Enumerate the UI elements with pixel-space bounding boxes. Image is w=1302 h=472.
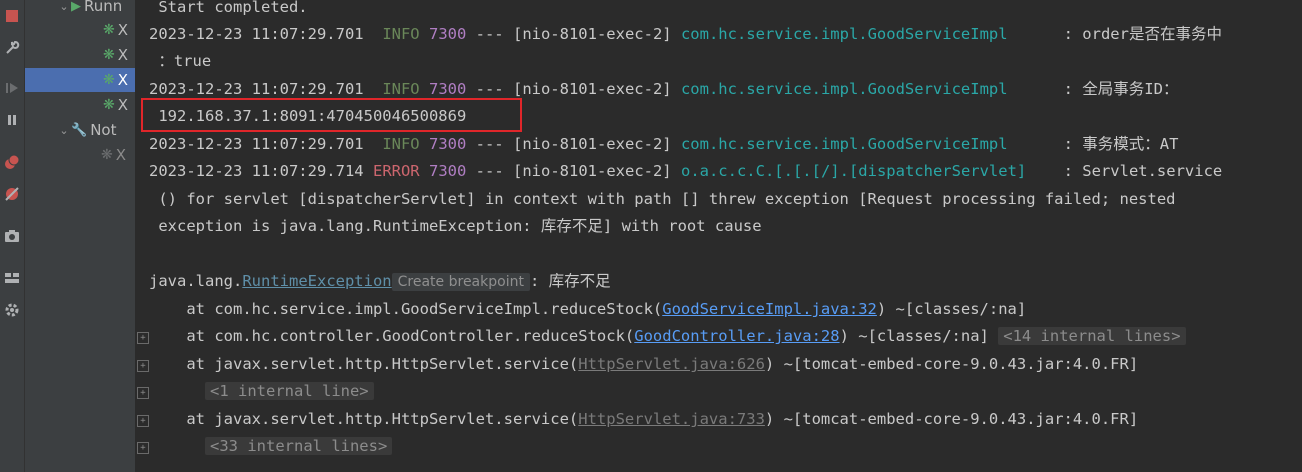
log-logger: com.hc.service.impl.GoodServiceImpl (680, 25, 1008, 43)
console-line: () for servlet [dispatcherServlet] in co… (149, 190, 1176, 208)
fold-expand-icon[interactable]: + (137, 332, 149, 344)
stack-frame: at javax.servlet.http.HttpServlet.servic… (149, 355, 1139, 373)
folded-line: <1 internal line> (149, 378, 374, 405)
tree-item-label: X (117, 71, 129, 89)
log-level: INFO (382, 25, 420, 43)
tree-item-running-group[interactable]: ⌄ ▶ Runn (25, 0, 135, 18)
console-output[interactable]: Start completed. 2023-12-23 11:07:29.701… (136, 0, 1302, 472)
tree-item-service[interactable]: ❋ X (25, 18, 135, 42)
create-breakpoint-button[interactable]: Create breakpoint (391, 273, 530, 291)
stop-icon[interactable] (2, 6, 22, 26)
log-logger: com.hc.service.impl.GoodServiceImpl (680, 135, 1008, 153)
log-level: ERROR (372, 162, 420, 180)
fold-expand-icon[interactable]: + (137, 387, 149, 399)
log-pid: 7300 (428, 25, 467, 43)
folded-internal-lines[interactable]: <1 internal line> (205, 382, 374, 400)
run-icon: ▶ (71, 0, 81, 14)
tree-item-not-started-group[interactable]: ⌄ 🔧 Not (25, 118, 135, 142)
bug-icon: ❋ (103, 22, 115, 38)
resume-icon[interactable] (2, 78, 22, 98)
folded-line: <33 internal lines> (149, 433, 393, 460)
log-line-error: 2023-12-23 11:07:29.714 ERROR 7300 --- [… (149, 162, 1223, 180)
tree-item-label: X (115, 146, 127, 164)
stack-frame: at com.hc.service.impl.GoodServiceImpl.r… (149, 300, 1027, 318)
fold-expand-icon[interactable]: + (137, 415, 149, 427)
log-thread: [nio-8101-exec-2] (512, 135, 672, 153)
log-pid: 7300 (429, 162, 467, 180)
bug-icon: ❋ (103, 72, 115, 88)
stack-frame: at com.hc.controller.GoodController.redu… (149, 323, 1186, 350)
log-logger: com.hc.service.impl.GoodServiceImpl (680, 80, 1008, 98)
log-thread: [nio-8101-exec-2] (512, 25, 672, 43)
wrench-icon: 🔧 (71, 122, 88, 138)
camera-icon[interactable] (2, 226, 22, 246)
fold-expand-icon[interactable]: + (137, 442, 149, 454)
log-timestamp: 2023-12-23 11:07:29.701 (149, 80, 364, 98)
log-pid: 7300 (428, 80, 467, 98)
console-line: Start completed. (149, 0, 308, 16)
bug-icon: ❋ (101, 147, 113, 163)
log-line: 2023-12-23 11:07:29.701 INFO 7300 --- [n… (149, 135, 1179, 153)
log-timestamp: 2023-12-23 11:07:29.701 (149, 25, 364, 43)
chevron-down-icon[interactable]: ⌄ (57, 0, 71, 13)
chevron-down-icon[interactable]: ⌄ (57, 124, 71, 137)
tree-item-service-stopped[interactable]: ❋ X (25, 143, 135, 167)
tool-strip (0, 0, 25, 472)
tree-item-label: Runn (84, 0, 123, 15)
source-link[interactable]: GoodController.java:28 (634, 327, 839, 345)
tree-item-service[interactable]: ❋ X (25, 93, 135, 117)
settings-gear-icon[interactable] (2, 300, 22, 320)
pause-icon[interactable] (2, 110, 22, 130)
source-link[interactable]: HttpServlet.java:733 (578, 410, 765, 428)
folded-internal-lines[interactable]: <33 internal lines> (205, 437, 393, 455)
console-line: exception is java.lang.RuntimeException:… (149, 217, 762, 235)
log-timestamp: 2023-12-23 11:07:29.701 (149, 135, 364, 153)
mute-breakpoints-icon[interactable] (2, 184, 22, 204)
log-line: 2023-12-23 11:07:29.701 INFO 7300 --- [n… (149, 25, 1222, 43)
console-line-global-transaction-id: 192.168.37.1:8091:470450046500869 (149, 107, 467, 125)
log-message: 事务模式：AT (1082, 135, 1179, 153)
tree-item-label: X (117, 21, 129, 39)
log-line: 2023-12-23 11:07:29.701 INFO 7300 --- [n… (149, 80, 1179, 98)
log-thread: [nio-8101-exec-2] (512, 80, 672, 98)
log-message: Servlet.service (1082, 162, 1223, 180)
bug-icon: ❋ (103, 97, 115, 113)
fold-expand-icon[interactable]: + (137, 360, 149, 372)
log-level: INFO (382, 135, 420, 153)
log-level: INFO (382, 80, 420, 98)
folded-internal-lines[interactable]: <14 internal lines> (998, 327, 1186, 345)
log-thread: [nio-8101-exec-2] (513, 162, 672, 180)
log-message: order是否在事务中 (1082, 25, 1222, 43)
services-tree: ⌄ ▶ Runn ❋ X ❋ X ❋ X ❋ X ⌄ 🔧 Not ❋ X (25, 0, 136, 472)
log-logger: o.a.c.c.C.[.[.[/].[dispatcherServlet] (680, 162, 1027, 180)
view-breakpoints-icon[interactable] (2, 152, 22, 172)
bug-icon: ❋ (103, 47, 115, 63)
tree-item-service[interactable]: ❋ X (25, 43, 135, 67)
wrench-icon[interactable] (2, 38, 22, 58)
stack-frame: at javax.servlet.http.HttpServlet.servic… (149, 410, 1139, 428)
exception-class-link[interactable]: RuntimeException (242, 272, 391, 290)
source-link[interactable]: GoodServiceImpl.java:32 (662, 300, 877, 318)
tree-item-service-selected[interactable]: ❋ X (25, 68, 135, 92)
log-pid: 7300 (428, 135, 467, 153)
console-line: ：true (149, 52, 212, 70)
tree-item-label: Not (90, 121, 117, 139)
log-timestamp: 2023-12-23 11:07:29.714 (149, 162, 364, 180)
layout-icon[interactable] (2, 268, 22, 288)
source-link[interactable]: HttpServlet.java:626 (578, 355, 765, 373)
tree-item-label: X (117, 46, 129, 64)
exception-line: java.lang.RuntimeException Create breakpo… (149, 272, 611, 291)
tree-item-label: X (117, 96, 129, 114)
log-message: 全局事务ID： (1082, 80, 1179, 98)
